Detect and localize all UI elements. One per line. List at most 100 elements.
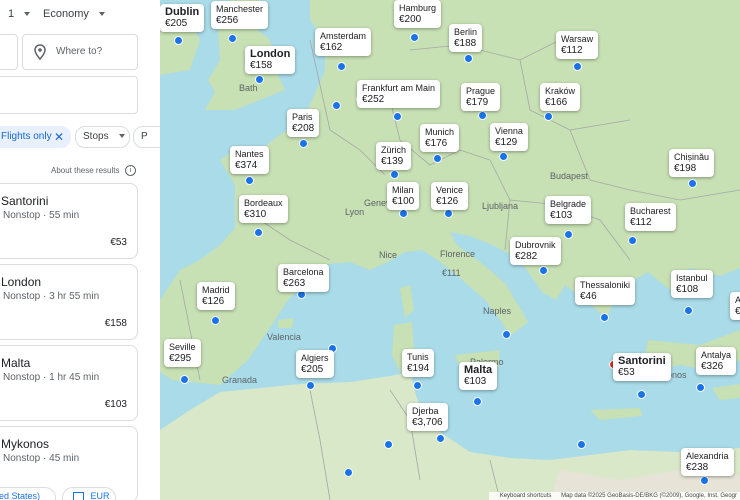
map-pin[interactable]: Malta €103 <box>459 362 498 390</box>
pin-city: Prague <box>466 86 496 96</box>
map-pin-selected[interactable]: Santorini €53 <box>613 353 671 381</box>
map-pin[interactable]: Venice €126 <box>431 182 469 210</box>
city-dot[interactable] <box>254 228 263 237</box>
city-dot[interactable] <box>384 440 393 449</box>
city-dot[interactable] <box>180 375 189 384</box>
city-dot[interactable] <box>637 390 646 399</box>
map-pin[interactable]: Zürich €139 <box>376 142 412 170</box>
map-pin[interactable]: Algiers €205 <box>296 350 334 378</box>
city-dot[interactable] <box>399 209 408 218</box>
flight-map[interactable]: Bath Budapest Ljubljana Genev Lyon Nice … <box>160 0 740 500</box>
city-dot[interactable] <box>464 54 473 63</box>
map-pin[interactable]: Milan €100 <box>387 182 420 210</box>
map-pin[interactable]: Istanbul €108 <box>671 270 713 298</box>
map-pin[interactable]: Seville €295 <box>164 339 201 367</box>
map-pin[interactable]: Munich €176 <box>420 124 460 152</box>
city-dot[interactable] <box>499 152 508 161</box>
city-dot[interactable] <box>544 112 553 121</box>
map-pin[interactable]: Prague €179 <box>461 83 501 111</box>
city-dot[interactable] <box>337 62 346 71</box>
map-pin[interactable]: Kraków €166 <box>540 83 581 111</box>
result-card[interactable]: Santorini Nonstop · 55 min €53 <box>0 183 138 259</box>
map-pin[interactable]: Bucharest €112 <box>625 203 676 231</box>
pin-city: Antalya <box>701 350 732 360</box>
map-pin[interactable]: Bordeaux €310 <box>239 195 288 223</box>
info-icon[interactable]: i <box>125 165 136 176</box>
stops-filter-chip[interactable]: Stops <box>75 126 130 148</box>
city-dot[interactable] <box>228 34 237 43</box>
city-dot[interactable] <box>344 468 353 477</box>
results-note[interactable]: About these results <box>51 166 119 175</box>
price-filter-chip[interactable]: P <box>133 126 160 148</box>
close-icon[interactable]: ✕ <box>54 127 64 147</box>
map-pin[interactable]: A € <box>730 292 740 320</box>
result-price: €53 <box>110 237 127 248</box>
destination-field[interactable]: Where to? <box>22 34 138 70</box>
result-card[interactable]: London Nonstop · 3 hr 55 min €158 <box>0 264 138 340</box>
map-pin[interactable]: Amsterdam €162 <box>315 28 372 56</box>
city-dot[interactable] <box>436 434 445 443</box>
date-field[interactable] <box>0 76 138 114</box>
map-pin[interactable]: Barcelona €263 <box>278 264 329 292</box>
result-card[interactable]: Malta Nonstop · 1 hr 45 min €103 <box>0 345 138 421</box>
map-pin[interactable]: Dublin €205 <box>160 4 205 32</box>
city-dot[interactable] <box>332 101 341 110</box>
map-pin[interactable]: Thessaloniki €46 <box>575 277 636 305</box>
passenger-select[interactable]: 1 <box>8 8 31 20</box>
map-pin[interactable]: Berlin €188 <box>449 24 483 52</box>
map-pin[interactable]: Paris €208 <box>287 109 320 137</box>
city-dot[interactable] <box>478 111 487 120</box>
city-dot[interactable] <box>174 36 183 45</box>
city-dot[interactable] <box>393 112 402 121</box>
nonstop-filter-chip[interactable]: Flights only ✕ <box>0 126 71 148</box>
pin-price: €162 <box>320 42 343 53</box>
map-pin[interactable]: Warsaw €112 <box>556 31 599 59</box>
city-dot[interactable] <box>539 266 548 275</box>
city-dot[interactable] <box>444 209 453 218</box>
map-pin[interactable]: Nantes €374 <box>230 146 269 174</box>
region-button[interactable]: ed States) <box>0 487 56 500</box>
pin-price: €112 <box>630 217 652 228</box>
city-dot[interactable] <box>390 170 399 179</box>
city-dot[interactable] <box>433 154 442 163</box>
keyboard-shortcuts-link[interactable]: Keyboard shortcuts <box>500 493 552 499</box>
city-dot[interactable] <box>299 139 308 148</box>
pin-price: €188 <box>454 38 477 49</box>
pin-price: €374 <box>235 160 258 171</box>
pin-city: Dubrovnik <box>515 240 556 250</box>
map-pin[interactable]: Tunis €194 <box>402 349 435 377</box>
city-dot[interactable] <box>245 176 254 185</box>
map-pin[interactable]: Hamburg €200 <box>394 0 442 28</box>
city-dot[interactable] <box>306 381 315 390</box>
origin-field[interactable] <box>0 34 18 70</box>
city-dot[interactable] <box>473 397 482 406</box>
city-dot[interactable] <box>573 62 582 71</box>
city-dot[interactable] <box>688 179 697 188</box>
city-dot[interactable] <box>255 75 264 84</box>
map-pin[interactable]: London €158 <box>245 46 296 74</box>
result-destination: Santorini <box>1 194 49 208</box>
city-dot[interactable] <box>700 476 709 485</box>
cabin-class-select[interactable]: Economy <box>43 8 105 20</box>
city-dot[interactable] <box>684 306 693 315</box>
currency-button[interactable]: EUR <box>62 487 116 500</box>
map-pin[interactable]: Madrid €126 <box>197 282 235 310</box>
city-dot[interactable] <box>628 236 637 245</box>
city-dot[interactable] <box>600 313 609 322</box>
city-dot[interactable] <box>577 440 586 449</box>
city-dot[interactable] <box>211 316 220 325</box>
map-pin[interactable]: Alexandria €238 <box>681 448 734 476</box>
map-pin[interactable]: Djerba €3,706 <box>407 403 448 431</box>
city-dot[interactable] <box>564 230 573 239</box>
map-pin[interactable]: Chișinău €198 <box>669 149 715 177</box>
map-pin[interactable]: Manchester €256 <box>211 1 269 29</box>
city-dot[interactable] <box>502 330 511 339</box>
map-pin[interactable]: Frankfurt am Main €252 <box>357 80 441 108</box>
map-pin[interactable]: Vienna €129 <box>490 123 528 151</box>
map-pin[interactable]: Belgrade €103 <box>545 196 592 224</box>
map-pin[interactable]: Antalya €326 <box>696 347 737 375</box>
city-dot[interactable] <box>696 383 705 392</box>
city-dot[interactable] <box>410 33 419 42</box>
city-dot[interactable] <box>413 381 422 390</box>
map-pin[interactable]: Dubrovnik €282 <box>510 237 561 265</box>
